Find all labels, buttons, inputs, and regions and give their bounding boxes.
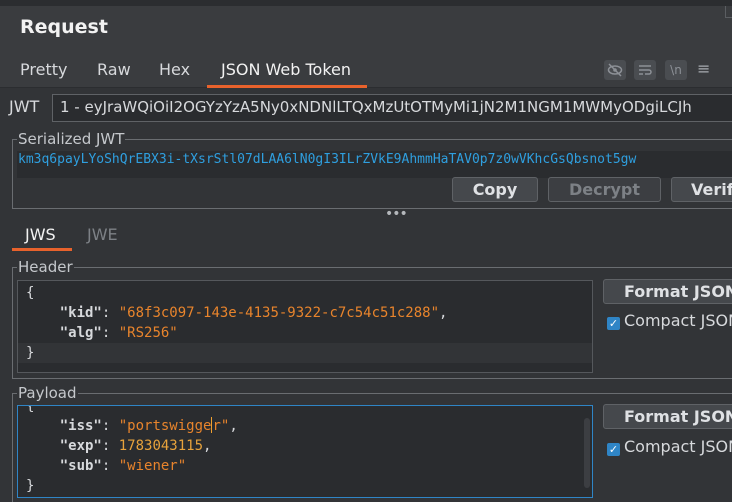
compact-json-label: Compact JSON <box>624 311 732 330</box>
code-line: } <box>26 478 35 494</box>
json-key: "exp" <box>59 438 102 454</box>
signature-tabs: JWS JWE <box>0 217 732 251</box>
code-line: } <box>18 343 592 363</box>
decrypt-button[interactable]: Decrypt <box>548 177 661 202</box>
jwt-label: JWT <box>9 97 40 116</box>
json-value: r" <box>212 418 230 434</box>
newline-icon[interactable]: \n <box>665 60 687 80</box>
active-subtab-indicator <box>12 248 72 251</box>
editor-tabs: Pretty Raw Hex JSON Web Token \n ≡ <box>0 52 732 88</box>
payload-compact-json-checkbox[interactable]: ✓ Compact JSON <box>607 437 732 456</box>
tab-pretty[interactable]: Pretty <box>20 60 67 79</box>
json-value: "RS256" <box>118 325 178 341</box>
code-line: "alg": "RS256" <box>59 325 178 341</box>
header-format-json-button[interactable]: Format JSON <box>603 279 732 304</box>
active-tab-indicator <box>207 85 367 88</box>
json-value: "portswigge <box>118 418 212 434</box>
header-compact-json-checkbox[interactable]: ✓ Compact JSON <box>607 311 732 330</box>
menu-icon[interactable]: ≡ <box>697 59 710 78</box>
code-line: "sub": "wiener" <box>59 458 187 474</box>
json-key: "iss" <box>59 418 102 434</box>
json-key: "sub" <box>59 458 102 474</box>
json-key: "kid" <box>59 305 102 321</box>
verify-button[interactable]: Verify <box>671 177 732 202</box>
code-line: "kid": "68f3c097-143e-4135-9322-c7c54c51… <box>59 305 448 321</box>
serialized-jwt-text: km3q6payLYoShQrEBX3i-tXsrStl07dLAA6lN0gI… <box>18 152 637 167</box>
json-value: "68f3c097-143e-4135-9322-c7c54c51c288" <box>118 305 440 321</box>
panel-corner <box>725 6 732 18</box>
panel-header <box>0 0 732 52</box>
payload-scrollbar[interactable] <box>584 418 590 488</box>
header-json-editor[interactable]: { "kid": "68f3c097-143e-4135-9322-c7c54c… <box>17 280 593 373</box>
payload-json-editor[interactable]: { "iss": "portswigger", "exp": 178304311… <box>17 405 593 498</box>
tab-jwe[interactable]: JWE <box>87 225 118 244</box>
tab-jws[interactable]: JWS <box>25 225 56 244</box>
copy-button[interactable]: Copy <box>452 177 538 202</box>
top-strip <box>0 0 732 6</box>
tab-json-web-token[interactable]: JSON Web Token <box>221 60 351 79</box>
compact-json-label: Compact JSON <box>624 437 732 456</box>
eye-off-icon[interactable] <box>604 60 626 80</box>
code-line: { <box>26 405 35 414</box>
jwt-selector-row: JWT 1 - eyJraWQiOiI2OGYzYzA5Ny0xNDNlLTQx… <box>0 93 732 123</box>
code-line: { <box>26 285 35 301</box>
json-key: "alg" <box>59 325 102 341</box>
checkmark-icon: ✓ <box>607 443 620 456</box>
serialized-jwt-legend: Serialized JWT <box>17 130 126 148</box>
panel-title: Request <box>20 16 108 38</box>
json-value: 1783043115 <box>118 438 204 454</box>
checkmark-icon: ✓ <box>607 317 620 330</box>
code-line: "exp": 1783043115, <box>59 438 212 454</box>
header-legend: Header <box>17 258 74 276</box>
payload-format-json-button[interactable]: Format JSON <box>603 404 732 429</box>
wrap-lines-icon[interactable] <box>634 60 656 80</box>
serialized-jwt-field[interactable]: km3q6payLYoShQrEBX3i-tXsrStl07dLAA6lN0gI… <box>17 151 732 178</box>
payload-legend: Payload <box>17 384 78 402</box>
code-line: "iss": "portswigger", <box>59 417 238 434</box>
tab-hex[interactable]: Hex <box>159 60 190 79</box>
json-value: "wiener" <box>118 458 187 474</box>
jwt-select[interactable]: 1 - eyJraWQiOiI2OGYzYzA5Ny0xNDNlLTQxMzUt… <box>52 94 732 122</box>
tab-raw[interactable]: Raw <box>97 60 131 79</box>
